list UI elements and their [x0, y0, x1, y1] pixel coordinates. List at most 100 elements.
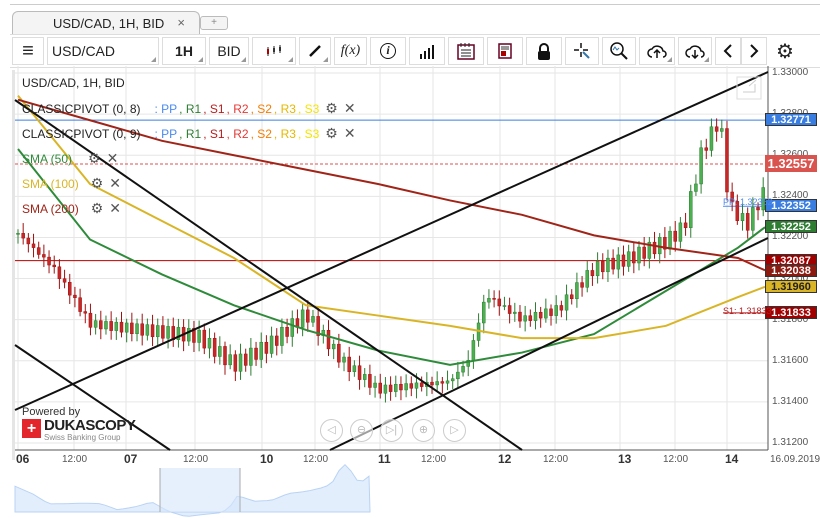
- candle-body: [254, 347, 258, 360]
- pivot-r1: , R1: [179, 101, 202, 116]
- sma-name: SMA (50): [22, 151, 73, 166]
- pivot-name: CLASSICPIVOT (0, 8): [22, 101, 141, 116]
- candle-body: [673, 230, 677, 242]
- pivot-s2: , S2: [250, 101, 272, 116]
- pan-left-button[interactable]: ◁: [320, 419, 343, 442]
- sma50-legend: SMA (50) ⚙ ✕: [22, 150, 118, 167]
- x-tick-label: 10: [260, 452, 274, 466]
- brand-name: DUKASCOPY: [44, 417, 136, 434]
- candle-body: [642, 246, 646, 259]
- candle-body: [689, 191, 693, 228]
- y-tick-label: 1.31400: [772, 395, 809, 407]
- candle-body: [347, 356, 351, 372]
- sma-name: SMA (200): [22, 201, 79, 216]
- brand-sub: Swiss Banking Group: [44, 433, 121, 442]
- candle-body: [502, 305, 507, 307]
- candle-body: [140, 323, 144, 336]
- price-label: 1.32252: [765, 219, 817, 233]
- candle-body: [130, 322, 134, 334]
- x-tick-label: 12:00: [421, 454, 447, 465]
- candle-body: [668, 230, 672, 250]
- close-icon[interactable]: ✕: [344, 125, 356, 142]
- gear-icon[interactable]: ⚙: [91, 200, 104, 217]
- gear-icon[interactable]: ⚙: [91, 175, 104, 192]
- zoom-in-button[interactable]: ⊕: [412, 419, 435, 442]
- candle-body: [440, 381, 445, 384]
- candle-body: [243, 353, 248, 366]
- navigator-window[interactable]: [160, 468, 240, 512]
- pivot-legend-2: CLASSICPIVOT (0, 9) : PP, R1, S1, R2, S2…: [22, 125, 356, 142]
- candle-body: [21, 233, 25, 239]
- candle-body: [445, 380, 450, 384]
- zoom-out-button[interactable]: ⊖: [350, 419, 373, 442]
- close-icon[interactable]: ✕: [109, 175, 121, 192]
- gear-icon[interactable]: ⚙: [325, 100, 338, 117]
- candle-body: [637, 246, 641, 264]
- pivot-s2: , S2: [250, 126, 272, 141]
- candle-body: [124, 322, 129, 333]
- candle-body: [104, 321, 108, 330]
- candle-body: [114, 321, 119, 331]
- candle-body: [155, 325, 160, 338]
- candle-body: [52, 264, 56, 268]
- pivot-s1: , S1: [203, 126, 225, 141]
- swiss-cross-icon: +: [22, 419, 41, 438]
- x-tick-label: 12:00: [663, 454, 689, 465]
- candle-body: [42, 254, 46, 258]
- pivot-r3: , R3: [273, 101, 296, 116]
- pivot-legend-1: CLASSICPIVOT (0, 8) : PP, R1, S1, R2, S2…: [22, 100, 356, 117]
- candle-body: [751, 207, 755, 231]
- candle-body: [394, 384, 398, 392]
- close-icon[interactable]: ✕: [344, 100, 356, 117]
- s1-line-label: S1: 1.31833: [723, 306, 772, 316]
- pivot-r2: , R2: [226, 101, 249, 116]
- candle-body: [590, 270, 595, 277]
- pivot-s3: , S3: [297, 126, 320, 141]
- pivot-name: CLASSICPIVOT (0, 9): [22, 126, 141, 141]
- candle-body: [616, 254, 621, 270]
- reset-button[interactable]: ▷|: [380, 419, 403, 442]
- candle-body: [652, 241, 657, 255]
- chart-title: USD/CAD, 1H, BID: [22, 76, 125, 90]
- candle-body: [31, 243, 36, 248]
- candle-body: [388, 384, 393, 392]
- candle-body: [704, 147, 709, 151]
- price-label: 1.32352: [765, 199, 817, 213]
- x-tick-label: 12: [498, 452, 512, 466]
- candle-body: [725, 128, 729, 193]
- candle-body: [223, 346, 227, 366]
- candle-body: [756, 207, 760, 211]
- candle-body: [259, 341, 263, 360]
- trendline-lower[interactable]: [329, 237, 769, 451]
- candle-body: [487, 298, 491, 303]
- gear-icon[interactable]: ⚙: [88, 150, 101, 167]
- candle-body: [326, 330, 331, 350]
- candle-body: [218, 346, 222, 357]
- close-icon[interactable]: ✕: [107, 150, 119, 167]
- navigator[interactable]: [14, 463, 768, 517]
- price-label: 1.31833: [765, 305, 817, 319]
- candle-body: [280, 326, 284, 346]
- candle-body: [88, 312, 93, 328]
- candle-body: [414, 382, 419, 389]
- pan-right-button[interactable]: ▷: [443, 419, 466, 442]
- pivot-pp: : PP: [154, 101, 178, 116]
- candle-body: [720, 128, 724, 132]
- candle-body: [518, 311, 522, 322]
- candle-body: [564, 294, 569, 311]
- candle-body: [507, 305, 512, 314]
- y-tick-label: 1.31600: [772, 354, 809, 366]
- gear-icon[interactable]: ⚙: [325, 125, 338, 142]
- sma50-line[interactable]: [17, 148, 766, 366]
- candle-body: [166, 326, 170, 339]
- candle-body: [461, 366, 465, 373]
- candle-body: [544, 308, 548, 319]
- close-icon[interactable]: ✕: [109, 200, 121, 217]
- candle-body: [36, 247, 41, 255]
- candle-body: [482, 301, 486, 324]
- candle-body: [73, 294, 77, 298]
- left-scrollbar[interactable]: [12, 70, 15, 460]
- candle-body: [497, 298, 502, 307]
- candle-body: [207, 338, 212, 349]
- candle-body: [383, 384, 388, 394]
